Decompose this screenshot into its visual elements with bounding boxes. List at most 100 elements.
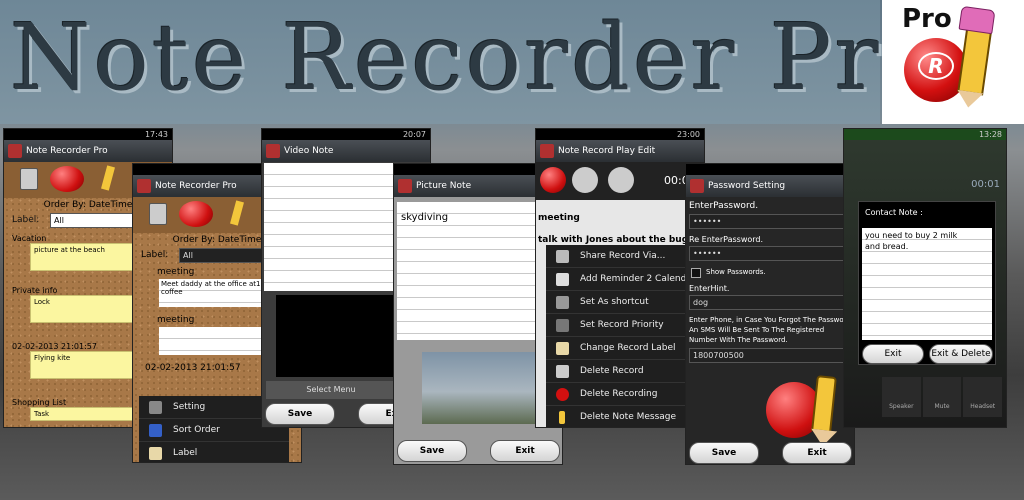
item-title[interactable]: 02-02-2013 21:01:57: [145, 363, 241, 373]
label-caption: Label:: [12, 215, 40, 225]
trash-icon: [556, 365, 569, 378]
menu-item-label-option[interactable]: Label: [139, 442, 289, 462]
menu-item-label: Add Reminder 2 Calendar: [580, 274, 696, 284]
dialog-title: Contact Note :: [865, 208, 923, 217]
pencil-icon[interactable]: [101, 165, 115, 191]
label-caption: Label:: [141, 250, 169, 260]
menu-item-label: Delete Note Message: [580, 412, 677, 422]
save-button[interactable]: Save: [397, 440, 467, 462]
trash-icon[interactable]: [149, 203, 167, 225]
priority-icon: [556, 319, 569, 332]
note-text-area[interactable]: skydiving: [397, 202, 535, 340]
select-menu-label[interactable]: Select Menu: [266, 381, 396, 399]
hat-icon: [958, 5, 996, 35]
title-bar: Note Recorder Pro: [4, 140, 172, 162]
screen-password-setting: Password Setting EnterPassword. •••••• R…: [685, 163, 855, 465]
record-button[interactable]: [540, 167, 566, 193]
call-time: 00:01: [971, 179, 1000, 190]
menu-item-label: Setting: [173, 402, 206, 412]
stop-button[interactable]: [608, 167, 634, 193]
exit-delete-button[interactable]: Exit & Delete: [929, 344, 993, 364]
record-context-menu: Share Record Via... Add Reminder 2 Calen…: [546, 245, 696, 427]
app-icon: [690, 179, 704, 193]
menu-item-priority[interactable]: Set Record Priority: [546, 314, 696, 337]
menu-item-delete-note[interactable]: Delete Note Message: [546, 406, 696, 427]
show-passwords-label: Show Passwords.: [706, 268, 766, 276]
screen-contact-note: 13:28 00:01 Contact Note : you need to b…: [843, 128, 1007, 428]
reenter-password-input[interactable]: ••••••: [689, 246, 851, 261]
shortcut-icon: [556, 296, 569, 309]
item-title: Shopping List: [12, 398, 67, 407]
show-passwords-checkbox[interactable]: [691, 268, 701, 278]
logo-pro-text: Pro: [902, 4, 952, 34]
status-bar: [686, 164, 854, 175]
banner: Note Recorder Pro: [0, 0, 937, 124]
screen-title: Note Record Play Edit: [558, 146, 656, 156]
menu-item-delete-record[interactable]: Delete Record: [546, 360, 696, 383]
exit-button[interactable]: Exit: [490, 440, 560, 462]
share-icon: [556, 250, 569, 263]
bell-icon: [556, 273, 569, 286]
headset-button[interactable]: Headset: [963, 377, 1003, 417]
delete-icon: [556, 388, 569, 401]
item-title: Vacation: [12, 234, 47, 243]
phone-input[interactable]: 1800700500: [689, 348, 851, 363]
video-preview[interactable]: [276, 295, 406, 377]
app-icon: [266, 144, 280, 158]
status-bar: 20:07: [262, 129, 430, 140]
banner-title: Note Recorder Pro: [10, 4, 940, 111]
pause-button[interactable]: [572, 167, 598, 193]
password-input[interactable]: ••••••: [689, 214, 851, 229]
save-button[interactable]: Save: [689, 442, 759, 464]
contact-note-text[interactable]: you need to buy 2 milk and bread.: [862, 228, 992, 340]
note-text-area[interactable]: [264, 163, 400, 291]
menu-item-delete-recording[interactable]: Delete Recording: [546, 383, 696, 406]
reenter-password-label: Re EnterPassword.: [689, 235, 764, 244]
record-title-field[interactable]: meeting: [538, 213, 580, 223]
wrench-icon: [149, 401, 162, 414]
app-icon: [398, 179, 412, 193]
menu-item-share[interactable]: Share Record Via...: [546, 245, 696, 268]
menu-item-change-label[interactable]: Change Record Label: [546, 337, 696, 360]
menu-item-shortcut[interactable]: Set As shortcut: [546, 291, 696, 314]
menu-item-label: Delete Record: [580, 366, 644, 376]
menu-item-reminder[interactable]: Add Reminder 2 Calendar: [546, 268, 696, 291]
mute-button[interactable]: Mute: [922, 377, 962, 417]
list-item[interactable]: Private info Lock: [12, 286, 150, 323]
record-button[interactable]: [179, 201, 213, 227]
screen-title: Password Setting: [708, 181, 786, 191]
pencil-icon[interactable]: [230, 200, 244, 226]
app-icon: [8, 144, 22, 158]
record-button[interactable]: [50, 166, 84, 192]
record-note-field[interactable]: talk with Jones about the bug: [538, 235, 688, 245]
item-title[interactable]: meeting: [157, 267, 194, 277]
phone-info-text: Enter Phone, in Case You Forgot The Pass…: [689, 316, 851, 344]
speaker-button[interactable]: Speaker: [882, 377, 921, 417]
screen-title: Picture Note: [416, 181, 472, 191]
call-controls: Speaker Mute Headset: [882, 377, 1003, 417]
r-letter-icon: R: [918, 52, 954, 80]
list-item[interactable]: Shopping List Task: [12, 398, 150, 421]
title-bar: Video Note: [262, 140, 430, 162]
item-title[interactable]: meeting: [157, 315, 194, 325]
contact-note-dialog: Contact Note : you need to buy 2 milk an…: [858, 201, 996, 365]
menu-item-label: Change Record Label: [580, 343, 676, 353]
picture-thumbnail[interactable]: [422, 352, 536, 424]
app-logo: Pro R: [882, 0, 1024, 124]
trash-icon[interactable]: [20, 168, 38, 190]
title-bar: Password Setting: [686, 175, 854, 197]
save-button[interactable]: Save: [265, 403, 335, 425]
menu-item-label: Label: [173, 448, 198, 458]
menu-item-label: Sort Order: [173, 425, 220, 435]
hint-input[interactable]: dog: [689, 295, 851, 310]
app-icon: [540, 144, 554, 158]
list-item[interactable]: Vacation picture at the beach: [12, 234, 150, 271]
exit-button[interactable]: Exit: [782, 442, 852, 464]
menu-item-label: Share Record Via...: [580, 251, 666, 261]
hint-label: EnterHint.: [689, 284, 730, 293]
menu-item-label: Delete Recording: [580, 389, 658, 399]
status-bar: 23:00: [536, 129, 704, 140]
exit-button[interactable]: Exit: [862, 344, 924, 364]
menu-item-label: Set Record Priority: [580, 320, 664, 330]
list-item[interactable]: 02-02-2013 21:01:57 Flying kite: [12, 342, 150, 379]
